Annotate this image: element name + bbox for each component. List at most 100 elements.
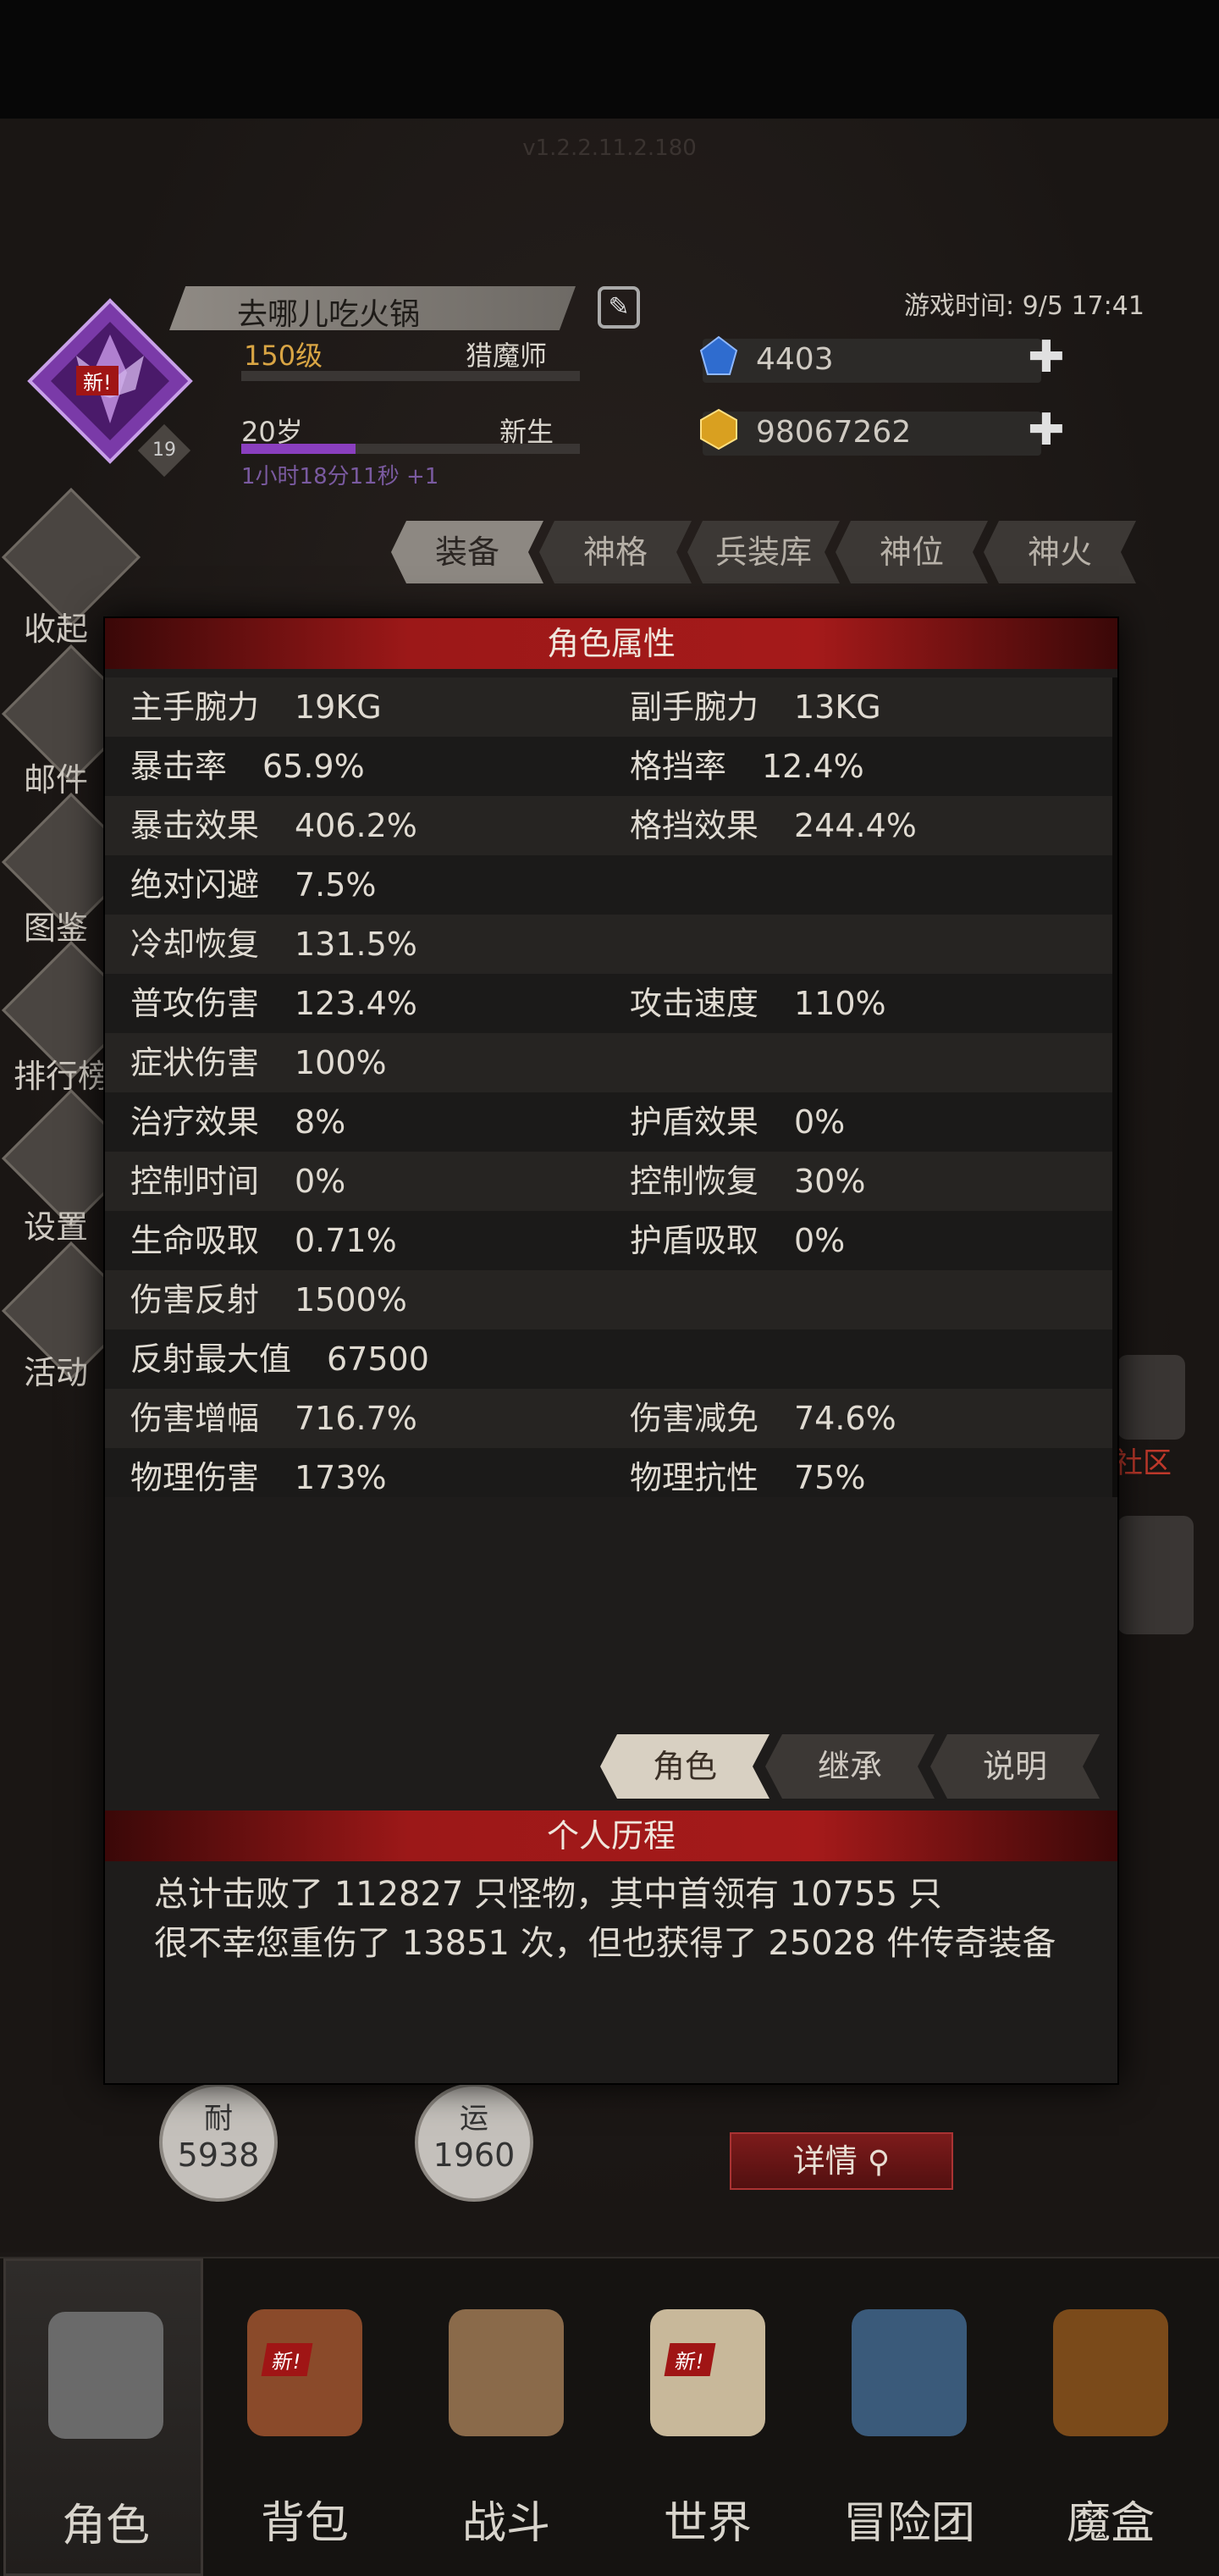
nav-label: 角色 [61, 2501, 150, 2551]
attribute-label: 绝对闪避 [130, 866, 260, 904]
stat-luck: 运 1960 [415, 2083, 533, 2202]
tab-equipment[interactable]: 装备 [391, 521, 543, 583]
nav-label: 世界 [663, 2498, 752, 2549]
attribute-row: 治疗效果 8% 护盾效果 0% [105, 1092, 1117, 1152]
attribute-row: 暴击率 65.9% 格挡率 12.4% [105, 737, 1117, 796]
attribute-value: 0% [794, 1222, 846, 1259]
attribute-value: 30% [794, 1163, 866, 1200]
nav-item-4[interactable]: 冒险团 [809, 2258, 1009, 2576]
attribute-value: 100% [295, 1044, 387, 1081]
side-codex-label[interactable]: 图鉴 [24, 902, 88, 948]
nav-label: 魔盒 [1066, 2498, 1155, 2549]
add-gold-icon[interactable]: ✚ [1028, 405, 1065, 456]
attribute-value: 0.71% [295, 1222, 397, 1259]
attribute-label: 伤害减免 [630, 1400, 759, 1437]
attribute-value: 406.2% [295, 807, 417, 844]
tab-explanation[interactable]: 说明 [930, 1734, 1100, 1799]
attribute-label: 冷却恢复 [130, 926, 260, 963]
add-blue-icon[interactable]: ✚ [1028, 332, 1065, 383]
attribute-value: 13KG [794, 688, 881, 726]
attribute-value: 19KG [295, 688, 382, 726]
community-icon[interactable] [1117, 1355, 1185, 1440]
nav-icon [48, 2312, 163, 2439]
attribute-row: 暴击效果 406.2% 格挡效果 244.4% [105, 796, 1117, 855]
attribute-label: 症状伤害 [130, 1044, 260, 1081]
tab-divine-seat[interactable]: 神位 [836, 521, 988, 583]
attribute-value: 74.6% [794, 1400, 896, 1437]
nav-item-2[interactable]: 战斗 [406, 2258, 606, 2576]
modal-title: 角色属性 [105, 618, 1117, 669]
version-text: v1.2.2.11.2.180 [522, 135, 697, 161]
tab-armory[interactable]: 兵装库 [687, 521, 840, 583]
nav-item-5[interactable]: 魔盒 [1011, 2258, 1211, 2576]
right-side-icon[interactable] [1117, 1516, 1194, 1634]
attribute-value: 0% [295, 1163, 346, 1200]
attribute-row: 反射最大值 67500 [105, 1329, 1117, 1389]
attribute-value: 123.4% [295, 985, 417, 1022]
nav-item-0[interactable]: 角色 [3, 2258, 203, 2576]
attribute-label: 攻击速度 [630, 985, 759, 1022]
edit-name-icon[interactable]: ✎ [598, 286, 640, 329]
avatar-new-badge: 新! [76, 366, 119, 395]
attribute-label: 副手腕力 [630, 688, 759, 726]
nav-icon [449, 2309, 564, 2436]
attribute-label: 反射最大值 [130, 1341, 292, 1378]
player-level: 150级 [244, 340, 323, 372]
stat-luck-label: 运 [460, 2102, 488, 2136]
equipment-tabs: 装备 神格 兵装库 神位 神火 [391, 521, 1178, 589]
age-bar-fill [241, 444, 356, 454]
attribute-label: 暴击效果 [130, 807, 260, 844]
new-badge: 新! [261, 2343, 313, 2376]
history-line-2: 很不幸您重伤了 13851 次，但也获得了 25028 件传奇装备 [154, 1924, 1056, 1963]
modal-bottom-tabs: 角色 继承 说明 [600, 1734, 1125, 1799]
attribute-label: 伤害反射 [130, 1281, 260, 1318]
side-activity-label[interactable]: 活动 [24, 1346, 88, 1393]
player-name: 去哪儿吃火锅 [237, 297, 421, 332]
detail-button[interactable]: 详情 ⚲ [730, 2132, 953, 2190]
attribute-row: 物理伤害 173% 物理抗性 75% [105, 1448, 1117, 1497]
attribute-row: 绝对闪避 7.5% [105, 855, 1117, 915]
attribute-row: 症状伤害 100% [105, 1033, 1117, 1092]
attribute-row: 伤害反射 1500% [105, 1270, 1117, 1329]
attribute-value: 110% [794, 985, 886, 1022]
community-label[interactable]: 社区 [1114, 1440, 1172, 1481]
new-badge: 新! [664, 2343, 716, 2376]
attribute-value: 1500% [295, 1281, 407, 1318]
attribute-label: 生命吸取 [130, 1222, 260, 1259]
search-icon: ⚲ [867, 2145, 891, 2180]
nav-item-1[interactable]: 新! 背包 [205, 2258, 405, 2576]
attribute-label: 控制恢复 [630, 1163, 759, 1200]
side-collapse-label[interactable]: 收起 [24, 603, 88, 650]
nav-icon [852, 2309, 967, 2436]
history-title: 个人历程 [105, 1810, 1117, 1861]
detail-button-label: 详情 [792, 2142, 858, 2180]
tab-character[interactable]: 角色 [600, 1734, 769, 1799]
stat-endurance-value: 5938 [177, 2137, 260, 2174]
attribute-label: 格挡效果 [630, 807, 759, 844]
timer-text: 1小时18分11秒 +1 [241, 464, 439, 489]
tab-divine-fire[interactable]: 神火 [984, 521, 1136, 583]
attribute-row: 生命吸取 0.71% 护盾吸取 0% [105, 1211, 1117, 1270]
attribute-label: 物理抗性 [630, 1459, 759, 1496]
side-mail-label[interactable]: 邮件 [24, 754, 88, 800]
nav-item-3[interactable]: 新! 世界 [608, 2258, 808, 2576]
attribute-label: 主手腕力 [130, 688, 260, 726]
attribute-row: 冷却恢复 131.5% [105, 915, 1117, 974]
attribute-row: 普攻伤害 123.4% 攻击速度 110% [105, 974, 1117, 1033]
attribute-value: 8% [295, 1103, 346, 1141]
attribute-value: 75% [794, 1459, 866, 1496]
attribute-value: 716.7% [295, 1400, 417, 1437]
stat-luck-value: 1960 [433, 2137, 516, 2174]
side-settings-label[interactable]: 设置 [24, 1201, 88, 1247]
tab-inherit[interactable]: 继承 [765, 1734, 935, 1799]
attributes-table[interactable]: 主手腕力 19KG 副手腕力 13KG 暴击率 65.9% 格挡率 12.4% 暴击效果 406.… [105, 677, 1117, 1497]
gold-gem-icon [700, 408, 737, 451]
attribute-label: 暴击率 [130, 748, 228, 785]
attribute-label: 格挡率 [630, 748, 727, 785]
history-text: 总计击败了 112827 只怪物，其中首领有 10755 只 很不幸您重伤了 1… [154, 1870, 1085, 1968]
attribute-label: 治疗效果 [130, 1103, 260, 1141]
bottom-nav: 角色 新! 背包 战斗 新! 世界 冒险团 魔盒 [0, 2257, 1219, 2576]
side-ranking-label[interactable]: 排行榜 [14, 1050, 110, 1097]
tab-godhood[interactable]: 神格 [539, 521, 692, 583]
attributes-scrollbar[interactable] [1112, 677, 1117, 1497]
